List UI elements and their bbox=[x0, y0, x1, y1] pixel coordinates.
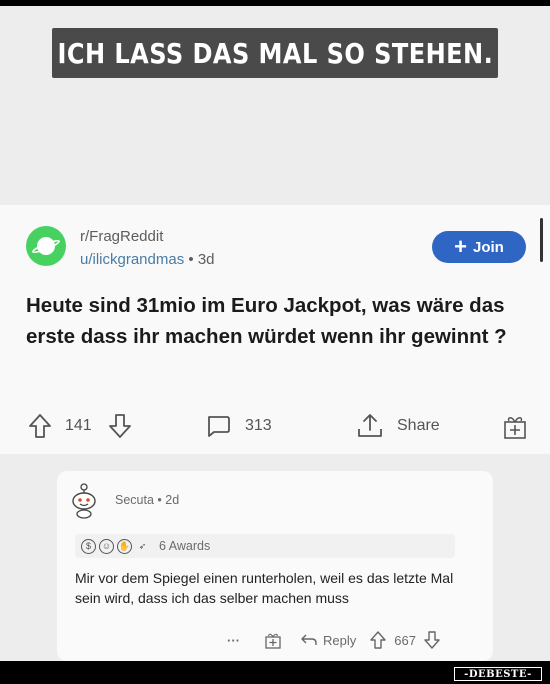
reply-arrow-icon bbox=[301, 634, 317, 645]
meta-separator: • bbox=[188, 251, 194, 268]
gift-icon[interactable] bbox=[264, 631, 282, 649]
comments-button[interactable]: 313 bbox=[205, 406, 272, 446]
upvote-arrow-icon[interactable] bbox=[370, 631, 386, 649]
comment-separator: • bbox=[157, 493, 162, 507]
more-options-button[interactable]: ··· bbox=[227, 633, 240, 648]
share-button[interactable]: Share bbox=[355, 406, 440, 446]
join-button[interactable]: + Join bbox=[432, 231, 526, 263]
share-label: Share bbox=[397, 417, 440, 434]
post-actions: 141 313 Share bbox=[0, 406, 550, 446]
user-avatar-icon[interactable] bbox=[67, 479, 101, 519]
share-icon bbox=[358, 414, 382, 437]
comment-bubble-icon bbox=[208, 416, 230, 437]
reply-label: Reply bbox=[323, 632, 357, 648]
downvote-arrow-icon[interactable] bbox=[424, 631, 440, 649]
gift-icon bbox=[504, 417, 526, 439]
post-age: 3d bbox=[197, 251, 215, 268]
downvote-button[interactable] bbox=[108, 406, 132, 446]
comment-age: 2d bbox=[165, 493, 180, 507]
post-title[interactable]: Heute sind 31mio im Euro Jackpot, was wä… bbox=[26, 290, 526, 352]
plus-icon: + bbox=[454, 234, 467, 259]
reddit-post: r/FragReddit u/ilickgrandmas • 3d + Join… bbox=[0, 205, 550, 454]
rocket-award-icon: ➶ bbox=[138, 540, 147, 551]
caption-text: ICH LASS DAS MAL SO STEHEN. bbox=[57, 36, 493, 70]
upvote-button[interactable] bbox=[28, 406, 52, 446]
subreddit-name[interactable]: r/FragReddit bbox=[80, 228, 163, 245]
top-comment: Secuta • 2d $ ☺ ✋ ➶ 6 Awards Mir vor dem… bbox=[57, 471, 493, 661]
comment-author[interactable]: Secuta bbox=[115, 493, 154, 507]
downvote-arrow-icon bbox=[109, 414, 131, 438]
awards-bar[interactable]: $ ☺ ✋ ➶ 6 Awards bbox=[75, 534, 455, 558]
post-vote-count: 141 bbox=[65, 417, 92, 434]
screenshot-screen: ICH LASS DAS MAL SO STEHEN. r/FragReddit… bbox=[0, 6, 550, 661]
upvote-arrow-icon bbox=[29, 414, 51, 438]
comment-meta: Secuta • 2d bbox=[115, 493, 179, 507]
hands-award-icon: ✋ bbox=[117, 538, 132, 554]
comment-body: Mir vor dem Spiegel einen runterholen, w… bbox=[75, 570, 454, 606]
caption-banner: ICH LASS DAS MAL SO STEHEN. bbox=[52, 28, 498, 78]
silver-award-icon: $ bbox=[81, 538, 96, 554]
wholesome-award-icon: ☺ bbox=[99, 538, 114, 554]
post-meta: u/ilickgrandmas • 3d bbox=[80, 251, 215, 268]
comment-actions: ··· Reply 667 bbox=[227, 629, 440, 651]
reply-button[interactable]: Reply bbox=[300, 633, 356, 648]
scrollbar[interactable] bbox=[540, 218, 543, 262]
subreddit-avatar[interactable] bbox=[26, 226, 66, 266]
watermark: -DEBESTE- bbox=[454, 667, 542, 681]
comment-vote-count: 667 bbox=[394, 632, 416, 648]
comment-count: 313 bbox=[245, 417, 272, 434]
join-label: Join bbox=[473, 238, 504, 256]
award-button[interactable] bbox=[502, 406, 528, 446]
post-username[interactable]: u/ilickgrandmas bbox=[80, 251, 184, 268]
awards-count: 6 Awards bbox=[159, 539, 211, 553]
